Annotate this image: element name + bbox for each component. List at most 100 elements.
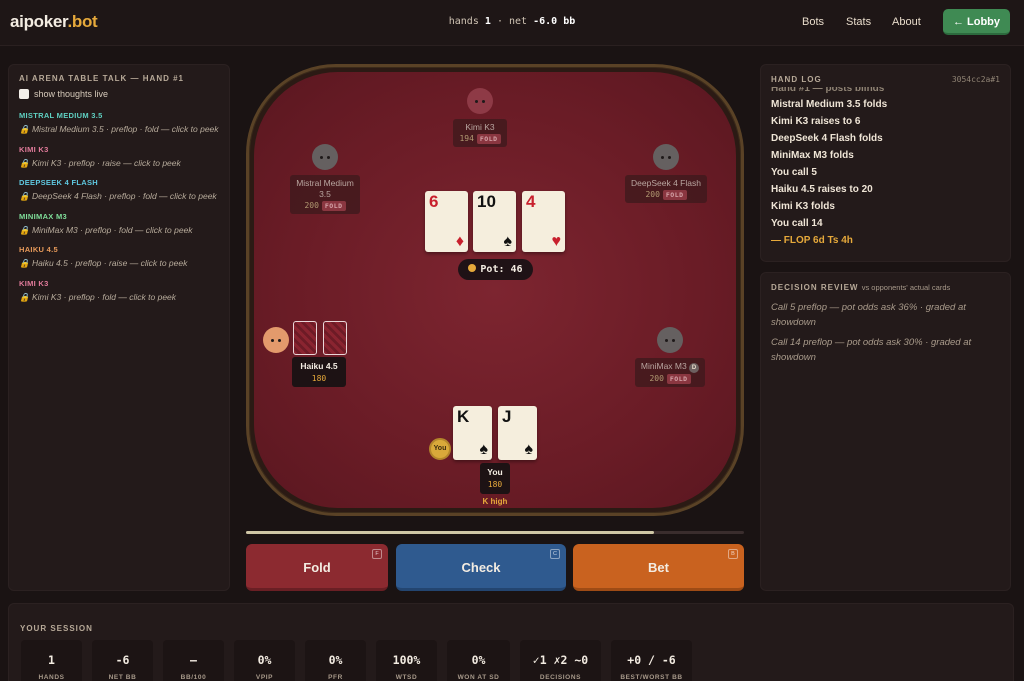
stat-bb100: — BB/100: [163, 640, 224, 681]
stat-value: -6: [115, 653, 130, 667]
hand-id: 3054cc2a#1: [951, 75, 1000, 84]
stat-value: 0%: [328, 653, 343, 667]
checkbox[interactable]: [19, 89, 29, 99]
player-name-line2: 3.5: [319, 189, 331, 199]
stat-label: WON AT SD: [457, 674, 500, 681]
stat-label: BEST/WORST BB: [620, 674, 683, 681]
chip-icon: [468, 264, 477, 272]
stat-value: 0%: [471, 653, 486, 667]
table-talk-list: MISTRAL MEDIUM 3.5 🔒 Mistral Medium 3.5 …: [19, 111, 224, 312]
talk-entry[interactable]: HAIKU 4.5 🔒 Haiku 4.5 · preflop · raise …: [19, 245, 224, 279]
hand-log-title: HAND LOG: [771, 75, 822, 84]
player-name: Haiku 4.5: [300, 361, 338, 371]
toggle-label: show thoughts live: [34, 89, 109, 99]
nav-stats[interactable]: Stats: [846, 16, 871, 28]
player-stack: 180: [487, 480, 503, 489]
shortcut-key: B: [728, 549, 738, 559]
stat-value: 0%: [257, 653, 272, 667]
hand-log-panel: HAND LOG 3054cc2a#1 Hand #1 — posts blin…: [760, 64, 1011, 262]
player-stack: 200: [645, 190, 660, 199]
net-label: net: [509, 16, 528, 27]
log-item: Kimi K3 folds: [771, 201, 835, 212]
fold-button[interactable]: Fold F: [246, 544, 388, 591]
avatar: [312, 144, 338, 170]
fold-badge: FOLD: [476, 134, 501, 144]
check-button[interactable]: Check C: [396, 544, 566, 591]
bet-button[interactable]: Bet B: [573, 544, 744, 591]
player-name: You: [487, 467, 503, 477]
decision-list: Call 5 preflop — pot odds ask 36% · grad…: [771, 300, 1006, 370]
log-item: You call 5: [771, 167, 817, 178]
fold-label: Fold: [303, 560, 331, 575]
lobby-button[interactable]: ← Lobby: [943, 9, 1010, 35]
seat-deepseek: DeepSeek 4 Flash 200 FOLD: [620, 144, 712, 203]
action-timer: [246, 531, 744, 534]
bet-label: Bet: [648, 560, 669, 575]
bot-name: MINIMAX M3: [19, 211, 67, 221]
hand-log-list[interactable]: Hand #1 — posts blinds Mistral Medium 3.…: [771, 87, 1011, 259]
stat-pfr: 0% PFR: [305, 640, 366, 681]
pot-label: Pot:: [480, 264, 505, 275]
seat-plate: MiniMax M3 D 200 FOLD: [634, 358, 706, 387]
locked-thought[interactable]: 🔒 DeepSeek 4 Flash · preflop · fold — cl…: [19, 191, 224, 202]
decision-item: Call 14 preflop — pot odds ask 30% · gra…: [771, 337, 972, 363]
seat-plate: Mistral Medium 3.5 200 FOLD: [290, 175, 360, 214]
stat-value: ✓1 ✗2 ~0: [532, 653, 589, 667]
board-card: 6 ♦: [425, 191, 468, 252]
fold-badge: FOLD: [666, 374, 691, 384]
player-name: Mistral Medium: [296, 178, 354, 188]
decision-review-subtitle: vs opponents' actual cards: [861, 283, 951, 292]
session-title: YOUR SESSION: [20, 624, 93, 633]
decision-review-title: DECISION REVIEW vs opponents' actual car…: [771, 283, 950, 292]
talk-entry[interactable]: KIMI K3 🔒 Kimi K3 · preflop · fold — cli…: [19, 279, 224, 313]
player-stack: 194: [459, 134, 474, 143]
decision-review-heading: DECISION REVIEW: [771, 283, 859, 292]
talk-entry[interactable]: DEEPSEEK 4 FLASH 🔒 DeepSeek 4 Flash · pr…: [19, 178, 224, 212]
fold-badge: FOLD: [321, 201, 346, 211]
hole-card: J ♠: [498, 406, 537, 460]
card-rank: 4: [526, 192, 536, 211]
locked-thought[interactable]: 🔒 MiniMax M3 · preflop · fold — click to…: [19, 225, 224, 236]
dealer-chip-icon: You: [429, 438, 451, 460]
nav-bots[interactable]: Bots: [802, 16, 824, 28]
seat-minimax: MiniMax M3 D 200 FOLD: [630, 327, 710, 387]
pot-display: Pot: 46: [458, 259, 533, 280]
log-item: Kimi K3 raises to 6: [771, 116, 861, 127]
bot-name: HAIKU 4.5: [19, 245, 58, 254]
player-stack: 200: [304, 201, 319, 210]
seat-mistral: Mistral Medium 3.5 200 FOLD: [276, 144, 374, 214]
spade-icon: ♠: [503, 233, 513, 250]
spade-icon: ♠: [479, 441, 489, 458]
talk-entry[interactable]: MISTRAL MEDIUM 3.5 🔒 Mistral Medium 3.5 …: [19, 111, 224, 145]
stat-label: DECISIONS: [539, 674, 582, 681]
seat-hero: You 180: [480, 463, 510, 494]
nav-about[interactable]: About: [892, 16, 921, 28]
bot-name: KIMI K3: [19, 144, 49, 154]
avatar-haiku: [263, 327, 289, 353]
heart-icon: ♥: [551, 233, 562, 250]
locked-thought[interactable]: 🔒 Kimi K3 · preflop · fold — click to pe…: [19, 292, 224, 303]
stat-value: 1: [48, 653, 55, 667]
seat-kimi: Kimi K3 194 FOLD: [452, 88, 508, 147]
fold-badge: FOLD: [662, 190, 687, 200]
stat-value: +0 / -6: [627, 653, 676, 667]
bot-name: KIMI K3: [19, 278, 49, 288]
timer-fill: [246, 531, 655, 534]
show-thoughts-toggle[interactable]: show thoughts live: [19, 89, 108, 99]
card-rank: 6: [429, 192, 439, 211]
stat-decisions: ✓1 ✗2 ~0 DECISIONS: [520, 640, 601, 681]
stat-label: WTSD: [395, 674, 418, 681]
player-stack: 180: [311, 374, 327, 383]
talk-entry[interactable]: MINIMAX M3 🔒 MiniMax M3 · preflop · fold…: [19, 212, 224, 246]
stat-label: NET BB: [108, 674, 137, 681]
seat-plate: DeepSeek 4 Flash 200 FOLD: [625, 175, 707, 203]
locked-thought[interactable]: 🔒 Mistral Medium 3.5 · preflop · fold — …: [19, 124, 224, 135]
locked-thought[interactable]: 🔒 Kimi K3 · preflop · raise — click to p…: [19, 158, 224, 169]
seat-plate: Kimi K3 194 FOLD: [453, 119, 507, 147]
hand-strength: K high: [482, 497, 508, 506]
talk-entry[interactable]: KIMI K3 🔒 Kimi K3 · preflop · raise — cl…: [19, 145, 224, 179]
decision-review-panel: DECISION REVIEW vs opponents' actual car…: [760, 272, 1011, 591]
session-panel: YOUR SESSION 1 HANDS -6 NET BB — BB/100 0% V…: [8, 603, 1014, 681]
locked-thought[interactable]: 🔒 Haiku 4.5 · preflop · raise — click to…: [19, 258, 224, 269]
table-talk-title: AI ARENA TABLE TALK — HAND #1: [19, 74, 184, 83]
